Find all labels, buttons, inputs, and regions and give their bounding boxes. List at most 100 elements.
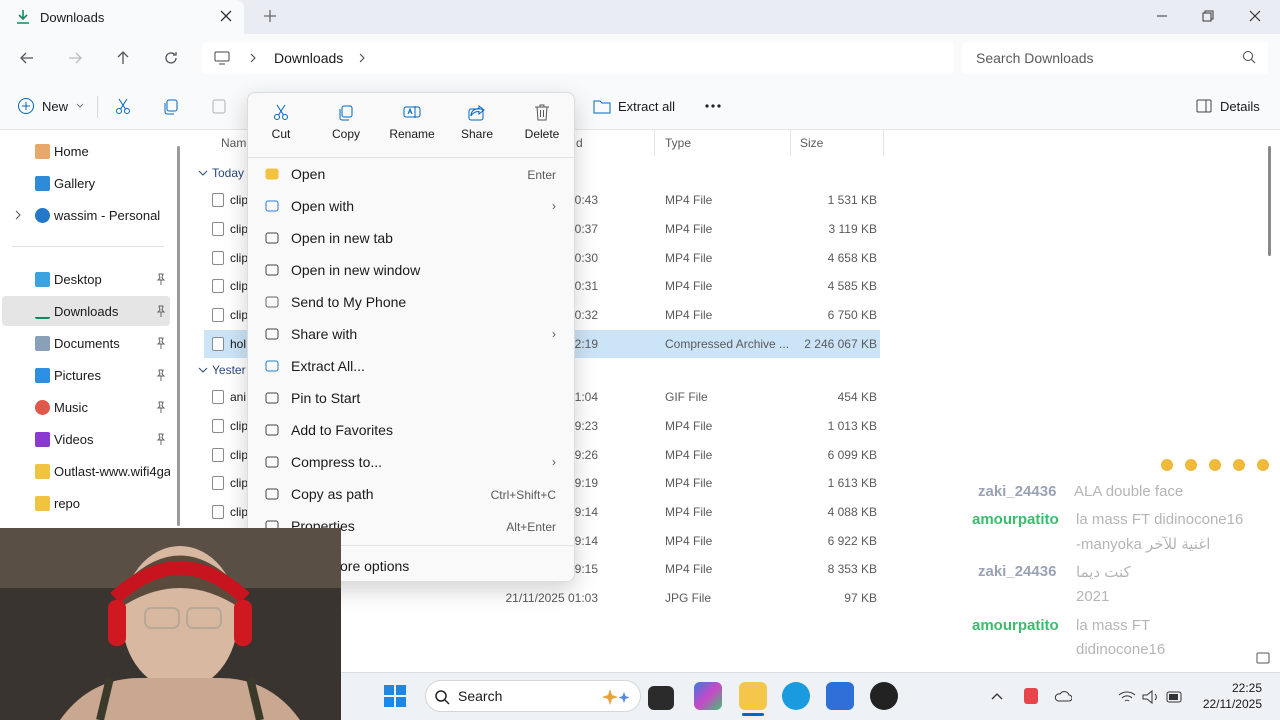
- webcam-person-image: [0, 528, 341, 720]
- tray-app-icon[interactable]: [1024, 688, 1038, 704]
- compress-icon: [265, 456, 279, 468]
- context-menu: Cut Copy Rename Share Delete Open Enter Op…: [247, 92, 575, 582]
- file-list-scrollbar[interactable]: [1268, 146, 1271, 256]
- sidebar-item-desktop[interactable]: Desktop: [2, 264, 170, 294]
- delete-button[interactable]: Delete: [512, 103, 572, 153]
- file-type: MP4 File: [665, 419, 713, 433]
- column-header-size[interactable]: Size: [800, 136, 823, 150]
- file-explorer-icon[interactable]: [739, 682, 767, 710]
- chevron-right-icon: [359, 53, 365, 63]
- scissors-icon: [274, 104, 288, 120]
- cut-button[interactable]: Cut: [251, 103, 311, 153]
- sidebar-item-pictures[interactable]: Pictures: [2, 360, 170, 390]
- menu-item-add-to-favorites[interactable]: Add to Favorites: [254, 415, 570, 445]
- close-window-button[interactable]: [1243, 5, 1267, 27]
- notification-icon[interactable]: [1256, 652, 1270, 664]
- command-bar: New Extract all Details: [0, 82, 1280, 130]
- rename-button[interactable]: Rename: [382, 103, 442, 153]
- file-type: MP4 File: [665, 476, 713, 490]
- column-header-date[interactable]: d: [576, 136, 583, 150]
- document-icon: [35, 336, 50, 351]
- edge-icon[interactable]: [782, 682, 810, 710]
- menu-item-open-in-new-tab[interactable]: Open in new tab: [254, 223, 570, 253]
- sidebar-item-videos[interactable]: Videos: [2, 424, 170, 454]
- copy-toolbar-button[interactable]: [162, 94, 180, 118]
- menu-item-pin-to-start[interactable]: Pin to Start: [254, 383, 570, 413]
- windows-start-icon[interactable]: [383, 684, 407, 708]
- file-name: clip: [212, 419, 248, 433]
- restore-button[interactable]: [1196, 5, 1220, 27]
- more-commands-button[interactable]: [704, 94, 722, 118]
- group-yesterday[interactable]: Yester: [198, 363, 246, 377]
- menu-item-compress-to[interactable]: Compress to... ›: [254, 447, 570, 477]
- column-header-type[interactable]: Type: [665, 136, 691, 150]
- file-icon: [212, 337, 224, 351]
- file-size: 6 750 KB: [827, 308, 877, 322]
- volume-icon[interactable]: [1142, 690, 1160, 704]
- menu-item-send-to-my-phone[interactable]: Send to My Phone: [254, 287, 570, 317]
- active-app-indicator: [742, 713, 764, 716]
- sidebar-item-repo[interactable]: repo: [2, 488, 170, 518]
- back-button[interactable]: [15, 46, 39, 70]
- sidebar-item-gallery[interactable]: Gallery: [2, 168, 170, 198]
- menu-item-copy-as-path[interactable]: Copy as path Ctrl+Shift+C: [254, 479, 570, 509]
- paste-toolbar-button[interactable]: [210, 94, 228, 118]
- forward-button[interactable]: [63, 46, 87, 70]
- sidebar-scrollbar[interactable]: [177, 146, 180, 526]
- music-icon: [35, 400, 50, 415]
- wifi-icon[interactable]: [1118, 690, 1136, 704]
- share-button[interactable]: Share: [447, 103, 507, 153]
- webcam-feed: [0, 528, 341, 720]
- tab-title: Downloads: [40, 9, 105, 25]
- sidebar-item-music[interactable]: Music: [2, 392, 170, 422]
- battery-icon[interactable]: [1166, 691, 1184, 703]
- menu-item-open-in-new-window[interactable]: Open in new window: [254, 255, 570, 285]
- file-size: 8 353 KB: [827, 562, 877, 576]
- system-clock[interactable]: 22:25 22/11/2025: [1203, 680, 1262, 712]
- menu-item-label: Copy as path: [291, 486, 374, 502]
- store-icon[interactable]: [826, 682, 854, 710]
- up-button[interactable]: [111, 46, 135, 70]
- menu-item-open-with[interactable]: Open with ›: [254, 191, 570, 221]
- sidebar-item-downloads[interactable]: Downloads: [2, 296, 170, 326]
- taskbar-search[interactable]: Search: [425, 680, 641, 712]
- minimize-button[interactable]: [1150, 5, 1174, 27]
- extract-all-button[interactable]: Extract all: [593, 94, 675, 118]
- sidebar-item-documents[interactable]: Documents: [2, 328, 170, 358]
- close-tab-icon[interactable]: [218, 8, 234, 24]
- obs-icon[interactable]: [870, 682, 898, 710]
- address-bar[interactable]: Downloads: [202, 42, 954, 74]
- home-icon: [35, 144, 50, 159]
- onedrive-tray-icon[interactable]: [1054, 690, 1072, 702]
- chevron-up-icon[interactable]: [991, 691, 1003, 701]
- menu-item-share-with[interactable]: Share with ›: [254, 319, 570, 349]
- refresh-button[interactable]: [159, 46, 183, 70]
- microsoft-365-icon[interactable]: [694, 682, 722, 710]
- file-icon: [212, 279, 224, 293]
- task-view-icon[interactable]: [648, 686, 674, 710]
- group-today[interactable]: Today: [198, 166, 244, 180]
- file-icon: [212, 390, 224, 404]
- menu-item-open[interactable]: Open Enter: [254, 159, 570, 189]
- menu-item-extract-all[interactable]: Extract All...: [254, 351, 570, 381]
- tab-downloads[interactable]: Downloads: [0, 0, 244, 34]
- file-name: clip: [212, 279, 248, 293]
- search-input[interactable]: Search Downloads: [962, 42, 1268, 74]
- sidebar-item-onedrive[interactable]: wassim - Personal: [2, 200, 170, 230]
- menu-item-label: Send to My Phone: [291, 294, 407, 310]
- share-icon: [468, 104, 485, 121]
- details-button[interactable]: Details: [1196, 94, 1260, 118]
- cut-toolbar-button[interactable]: [114, 94, 132, 118]
- sidebar-item-label: Music: [54, 399, 88, 415]
- breadcrumb-downloads[interactable]: Downloads: [274, 50, 343, 66]
- column-header-name[interactable]: Nam: [221, 136, 246, 150]
- chevron-right-icon: ›: [552, 199, 556, 213]
- copy-button[interactable]: Copy: [316, 103, 376, 153]
- sidebar-item-home[interactable]: Home: [2, 136, 170, 166]
- new-button[interactable]: New: [17, 94, 84, 118]
- new-tab-icon[interactable]: [262, 8, 278, 24]
- emote-row: [1161, 459, 1269, 471]
- menu-item-label: Extract All...: [291, 358, 365, 374]
- sidebar-item-label: Outlast-www.wifi4gam: [54, 463, 170, 479]
- sidebar-item-outlast-folder[interactable]: Outlast-www.wifi4gam: [2, 456, 170, 486]
